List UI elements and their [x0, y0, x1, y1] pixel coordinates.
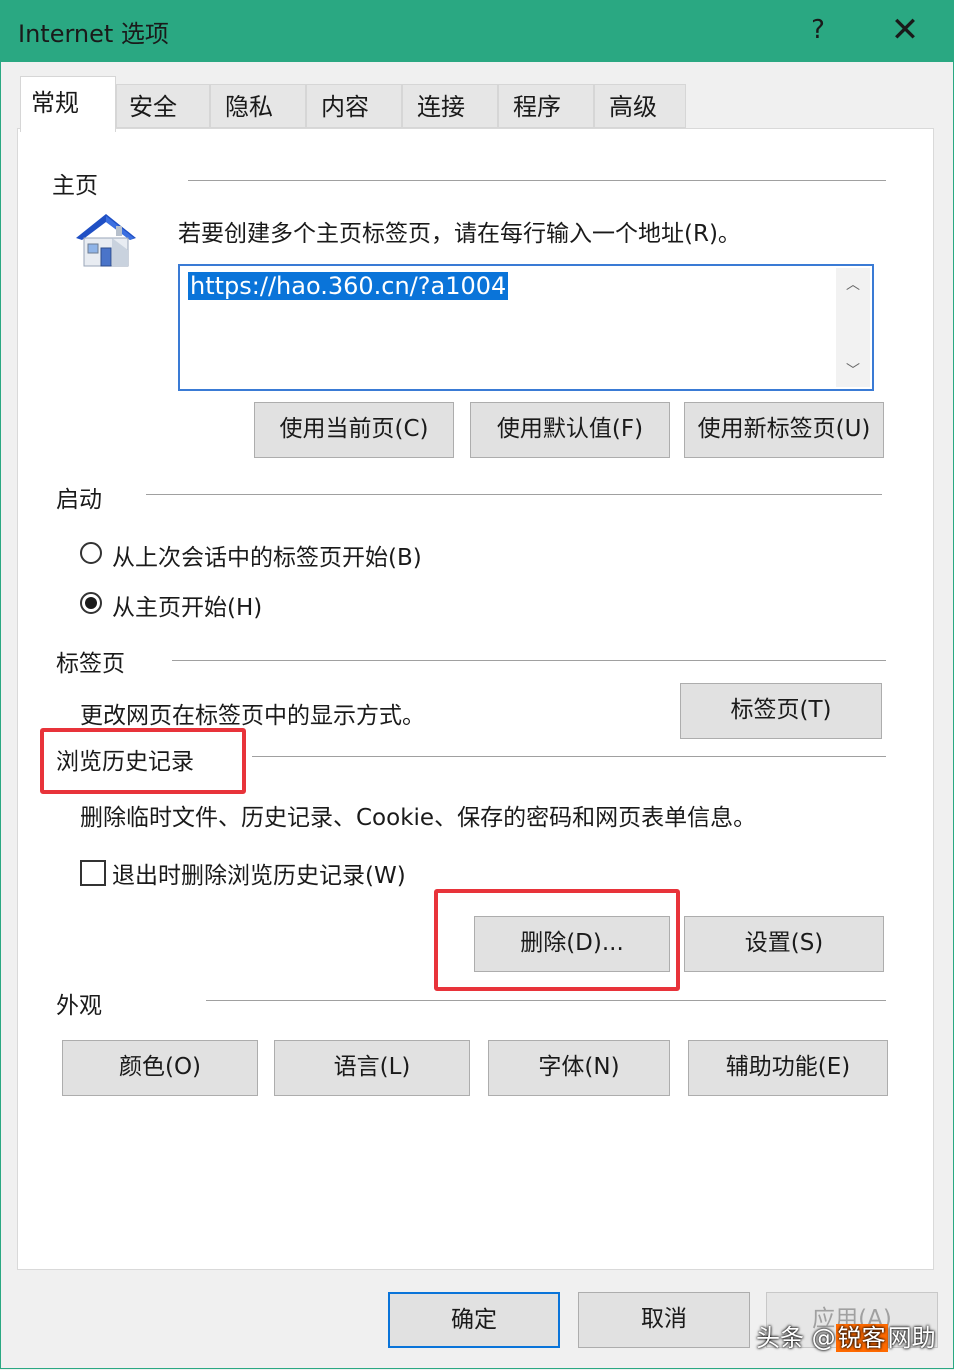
watermark: 头条 @锐客网助: [756, 1318, 936, 1353]
scroll-up-icon[interactable]: ︿: [836, 274, 870, 296]
ok-button[interactable]: 确定: [388, 1292, 560, 1348]
use-current-page-button[interactable]: 使用当前页(C): [254, 402, 454, 458]
close-button[interactable]: ✕: [880, 8, 930, 52]
history-separator: [252, 756, 886, 757]
tab-connections[interactable]: 连接: [402, 84, 498, 128]
tab-advanced[interactable]: 高级: [594, 84, 686, 128]
tab-content[interactable]: 内容: [306, 84, 402, 128]
watermark-highlight: 锐客: [835, 1324, 888, 1352]
radio-last-session[interactable]: [80, 542, 102, 564]
homepage-url-value: https://hao.360.cn/?a1004: [188, 272, 509, 300]
history-label-highlight: [40, 728, 246, 794]
tabs-separator: [172, 660, 886, 661]
use-new-tab-button[interactable]: 使用新标签页(U): [684, 402, 884, 458]
delete-on-exit-label[interactable]: 退出时删除浏览历史记录(W): [112, 856, 406, 890]
languages-button[interactable]: 语言(L): [274, 1040, 470, 1096]
history-description: 删除临时文件、历史记录、Cookie、保存的密码和网页表单信息。: [80, 805, 757, 831]
homepage-instruction: 若要创建多个主页标签页，请在每行输入一个地址(R)。: [178, 221, 741, 247]
accessibility-button[interactable]: 辅助功能(E): [688, 1040, 888, 1096]
watermark-prefix: 头条 @: [756, 1324, 836, 1352]
colors-button[interactable]: 颜色(O): [62, 1040, 258, 1096]
help-button[interactable]: ?: [800, 10, 836, 50]
radio-start-homepage[interactable]: [80, 592, 102, 614]
watermark-suffix: 网助: [887, 1324, 936, 1352]
homepage-separator: [188, 180, 886, 181]
url-scrollbar[interactable]: ︿ ﹀: [836, 268, 870, 387]
delete-button-highlight: [434, 889, 680, 991]
fonts-button[interactable]: 字体(N): [488, 1040, 670, 1096]
tabs-description: 更改网页在标签页中的显示方式。: [80, 703, 425, 729]
radio-start-homepage-label[interactable]: 从主页开始(H): [112, 588, 262, 622]
home-icon: [72, 210, 138, 270]
tabs-settings-button[interactable]: 标签页(T): [680, 683, 882, 739]
appearance-group-label: 外观: [56, 993, 102, 1019]
startup-group-label: 启动: [56, 487, 102, 513]
history-settings-button[interactable]: 设置(S): [684, 916, 884, 972]
tab-general[interactable]: 常规: [20, 76, 116, 132]
startup-separator: [146, 494, 882, 495]
delete-on-exit-checkbox[interactable]: [80, 860, 106, 886]
radio-last-session-label[interactable]: 从上次会话中的标签页开始(B): [112, 538, 422, 572]
appearance-separator: [206, 1000, 886, 1001]
tab-privacy[interactable]: 隐私: [210, 84, 306, 128]
tabs-group-label: 标签页: [56, 651, 125, 677]
tab-security[interactable]: 安全: [116, 84, 210, 128]
radio-selected-dot: [85, 597, 97, 609]
scroll-down-icon[interactable]: ﹀: [836, 360, 870, 382]
tab-programs[interactable]: 程序: [498, 84, 594, 128]
window-title: Internet 选项: [18, 20, 169, 48]
homepage-group-label: 主页: [52, 173, 98, 199]
cancel-button[interactable]: 取消: [578, 1292, 750, 1348]
close-icon: ✕: [890, 10, 920, 50]
use-default-button[interactable]: 使用默认值(F): [470, 402, 670, 458]
